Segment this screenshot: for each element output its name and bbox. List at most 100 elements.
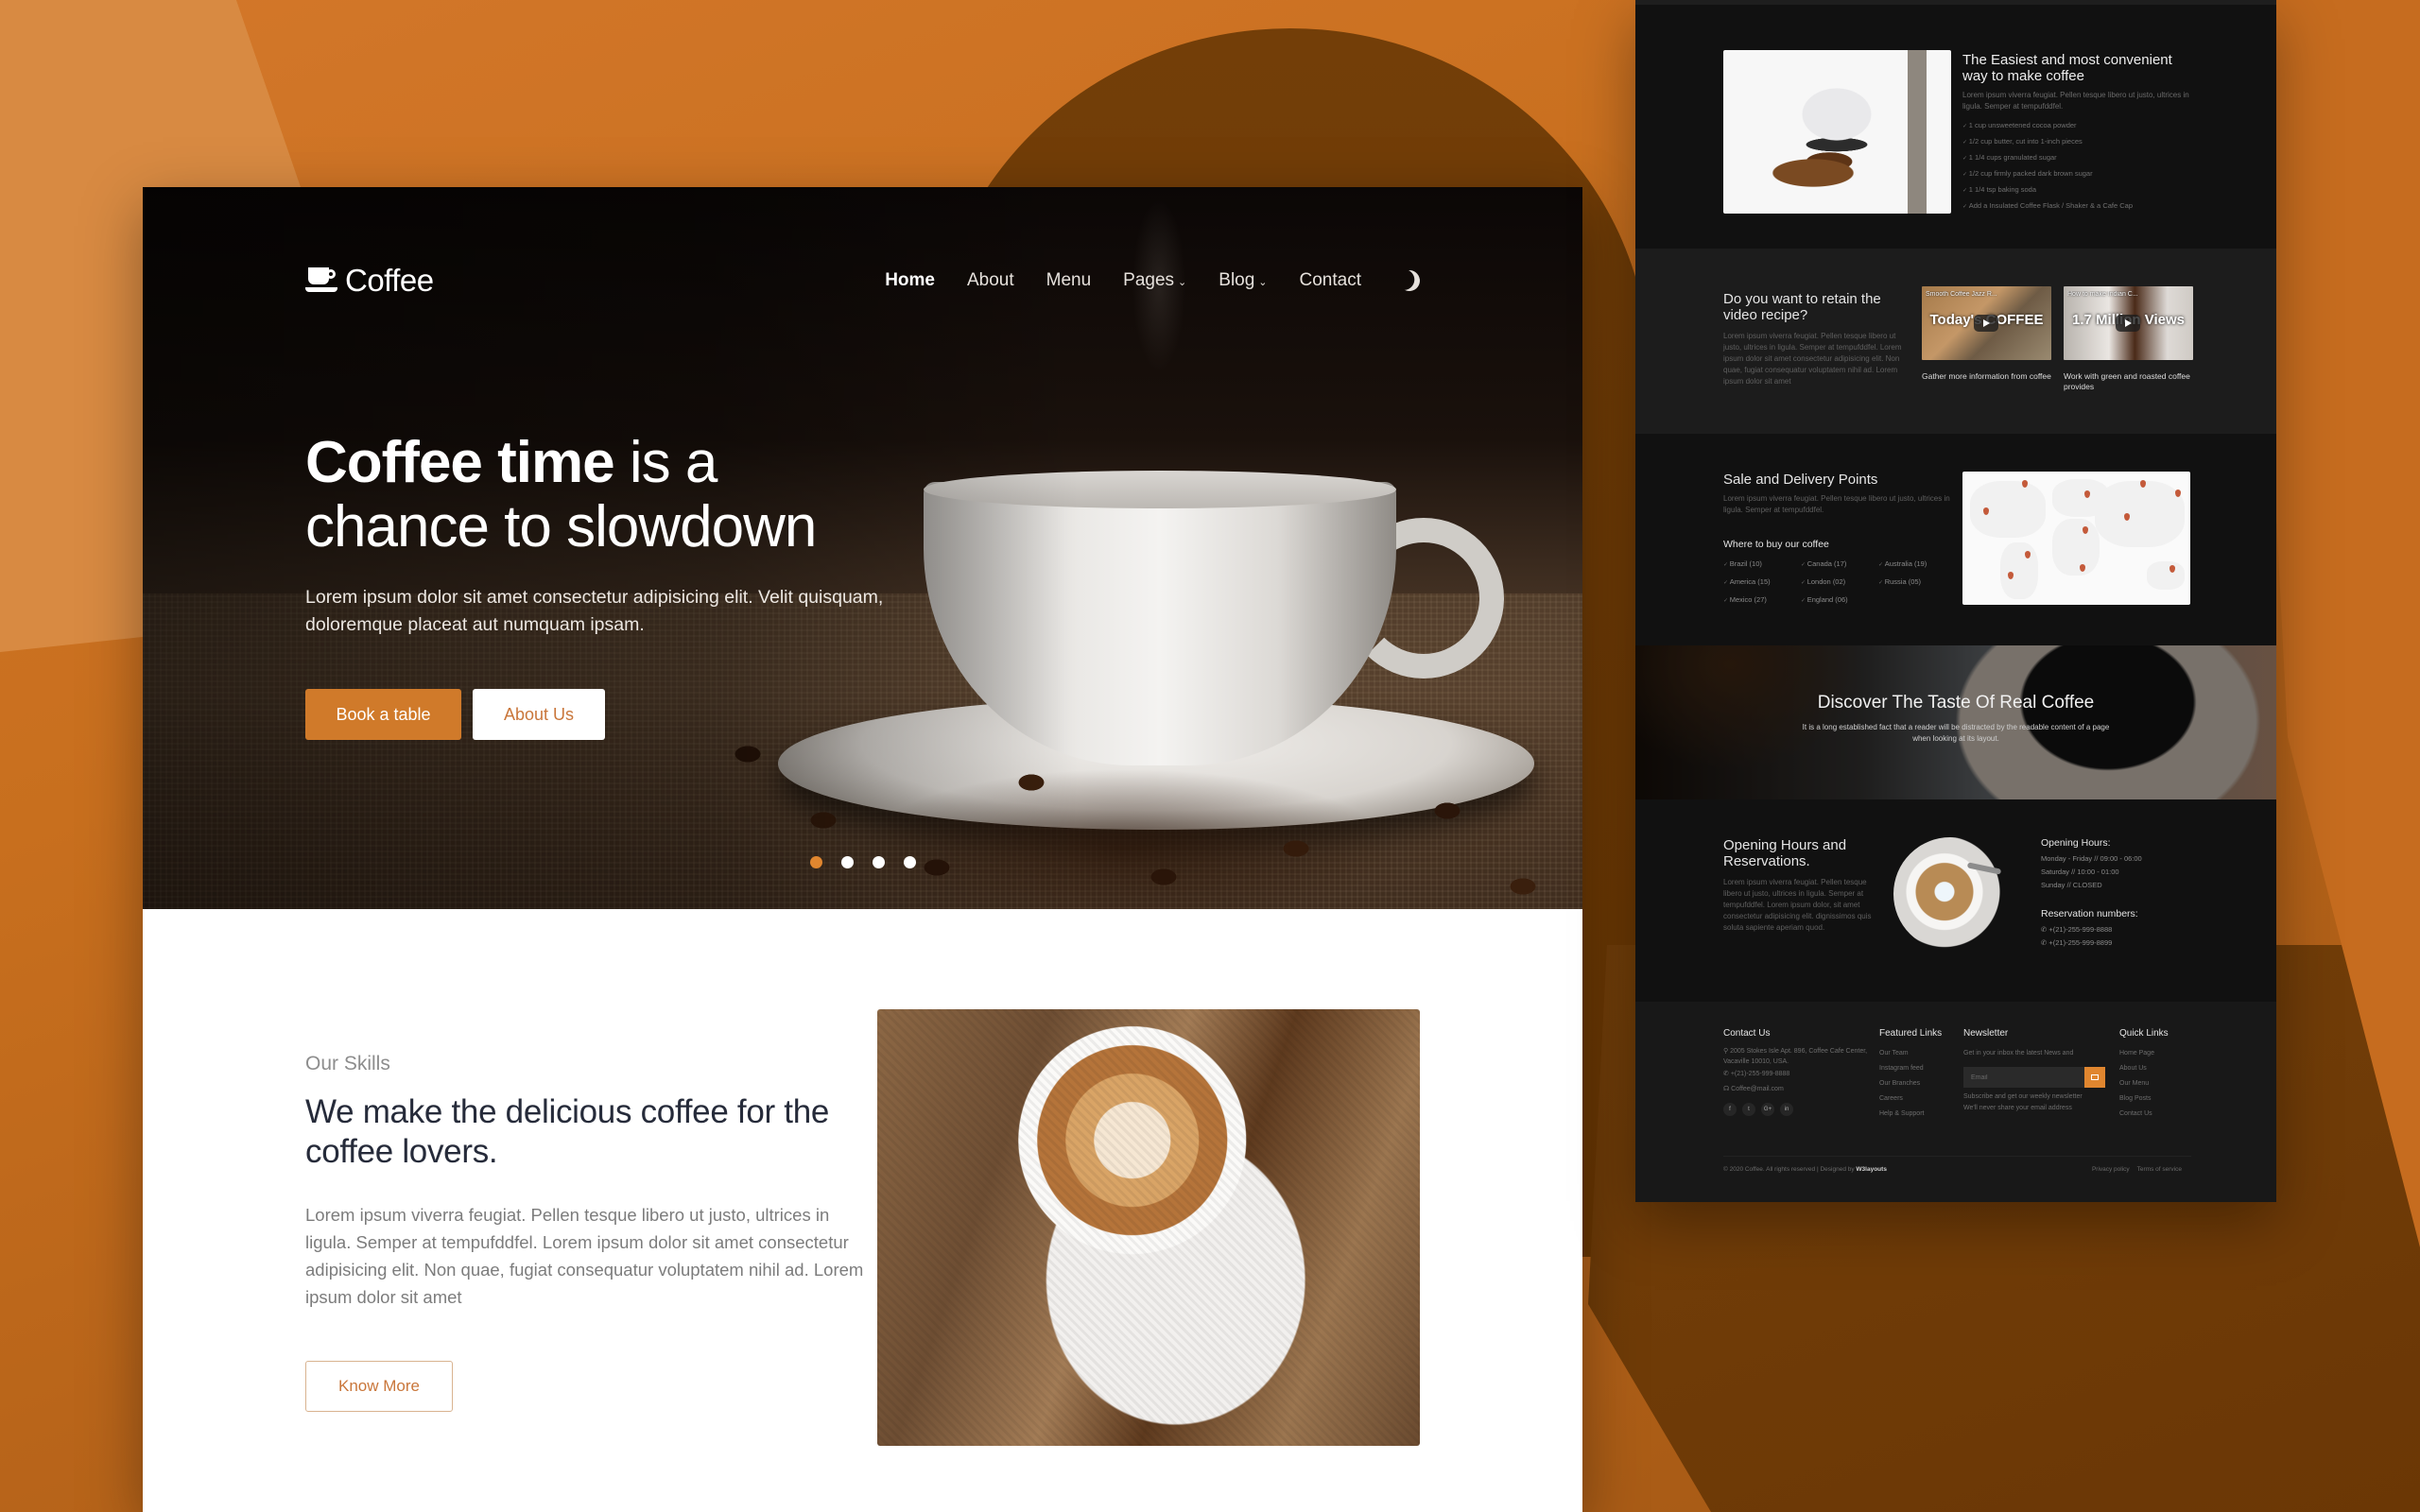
footer-phone[interactable]: ✆ +(21)-255-999-8888 bbox=[1723, 1067, 1875, 1082]
recipe-description: Lorem ipsum viverra feugiat. Pellen tesq… bbox=[1962, 91, 2189, 111]
carousel-dot-3[interactable] bbox=[873, 856, 885, 868]
phone-number: +(21)-255-999-8888 bbox=[2048, 925, 2113, 934]
phone-icon: ✆ bbox=[1723, 1071, 1731, 1077]
footer-featured-title: Featured Links bbox=[1879, 1028, 1943, 1039]
headset-icon: ☊ bbox=[1723, 1086, 1732, 1092]
newsletter-form bbox=[1963, 1067, 2115, 1088]
facebook-icon[interactable]: f bbox=[1723, 1103, 1737, 1116]
carousel-dot-2[interactable] bbox=[841, 856, 854, 868]
country-item: England (06) bbox=[1801, 593, 1878, 608]
know-more-button[interactable]: Know More bbox=[305, 1361, 453, 1412]
terms-link[interactable]: Terms of service bbox=[2137, 1166, 2182, 1173]
skills-title: We make the delicious coffee for the cof… bbox=[305, 1093, 830, 1170]
nav-label: Pages bbox=[1123, 270, 1175, 290]
video-thumbnail[interactable]: Smooth Coffee Jazz R... Today's COFFEE bbox=[1922, 286, 2051, 360]
coffee-maker-image bbox=[1723, 50, 1951, 214]
footer-link[interactable]: Help & Support bbox=[1879, 1107, 1955, 1122]
recipe-item: 1/2 cup firmly packed dark brown sugar bbox=[1962, 166, 2199, 182]
reservation-phone[interactable]: ✆ +(21)-255-999-8899 bbox=[2041, 936, 2211, 950]
delivery-section: Sale and Delivery Points Lorem ipsum viv… bbox=[1635, 434, 2276, 645]
about-us-button[interactable]: About Us bbox=[473, 689, 605, 740]
hours-description: Lorem ipsum viverra feugiat. Pellen tesq… bbox=[1723, 878, 1872, 932]
footer-divider bbox=[1723, 1156, 2191, 1157]
nav-item-menu[interactable]: Menu bbox=[1046, 270, 1092, 291]
footer-link[interactable]: Careers bbox=[1879, 1091, 1955, 1107]
dark-page-mockup: The Easiest and most convenient way to m… bbox=[1635, 0, 2276, 1202]
footer-link[interactable]: Contact Us bbox=[2119, 1107, 2195, 1122]
footer-email[interactable]: ☊ Coffee@mail.com bbox=[1723, 1082, 1875, 1097]
hero-section: Coffee Home About Menu Pages ⌄ Blog ⌄ Cont… bbox=[143, 187, 1582, 909]
opening-hours-title: Opening Hours: bbox=[2041, 837, 2111, 849]
nav-item-home[interactable]: Home bbox=[885, 270, 935, 291]
nav-item-about[interactable]: About bbox=[967, 270, 1014, 291]
carousel-dot-4[interactable] bbox=[904, 856, 916, 868]
opening-hours-line: Monday - Friday // 09:00 - 06:00 bbox=[2041, 854, 2142, 863]
footer-link[interactable]: Instagram feed bbox=[1879, 1061, 1955, 1076]
country-item: America (15) bbox=[1723, 576, 1801, 590]
footer-quick: Quick Links Home Page About Us Our Menu … bbox=[2119, 1028, 2195, 1122]
footer-link[interactable]: About Us bbox=[2119, 1061, 2195, 1076]
book-table-button[interactable]: Book a table bbox=[305, 689, 461, 740]
play-icon[interactable] bbox=[2116, 315, 2140, 332]
nav-label: Contact bbox=[1299, 270, 1361, 290]
video-card: How to make Indian C... 1.7 Million View… bbox=[2064, 286, 2193, 392]
video-thumb-title: Smooth Coffee Jazz R... bbox=[1926, 291, 1997, 298]
google-plus-icon[interactable]: G+ bbox=[1761, 1103, 1774, 1116]
phone-text: +(21)-255-999-8888 bbox=[1730, 1071, 1790, 1077]
brand-name: Coffee bbox=[345, 263, 434, 298]
newsletter-note: Subscribe and get our weekly newsletter bbox=[1963, 1093, 2083, 1100]
latte-cup-image bbox=[1893, 837, 2007, 951]
delivery-description: Lorem ipsum viverra feugiat. Pellen tesq… bbox=[1723, 494, 1950, 514]
footer-newsletter: Newsletter Get in your inbox the latest … bbox=[1963, 1028, 2115, 1114]
nav-item-contact[interactable]: Contact bbox=[1300, 270, 1361, 291]
footer-link[interactable]: Our Team bbox=[1879, 1046, 1955, 1061]
nav-label: Menu bbox=[1046, 270, 1092, 290]
newsletter-email-input[interactable] bbox=[1963, 1067, 2084, 1088]
footer: Contact Us ⚲ 2005 Stokes Isle Apt. 896, … bbox=[1635, 1002, 2276, 1202]
map-land bbox=[2000, 542, 2038, 599]
nav-label: About bbox=[966, 270, 1014, 290]
chevron-down-icon: ⌄ bbox=[1258, 276, 1268, 288]
homepage-mockup: Coffee Home About Menu Pages ⌄ Blog ⌄ Cont… bbox=[143, 187, 1582, 1512]
nav-item-pages[interactable]: Pages ⌄ bbox=[1123, 270, 1186, 291]
skills-eyebrow: Our Skills bbox=[305, 1053, 390, 1074]
designer-link[interactable]: W3layouts bbox=[1856, 1166, 1887, 1173]
social-links: f t G+ in bbox=[1723, 1103, 1875, 1116]
footer-link[interactable]: Our Branches bbox=[1879, 1076, 1955, 1091]
country-item: Mexico (27) bbox=[1723, 593, 1801, 608]
moon-icon[interactable] bbox=[1396, 267, 1423, 294]
delivery-subtitle: Where to buy our coffee bbox=[1723, 539, 1829, 550]
country-item: Canada (17) bbox=[1801, 558, 1878, 572]
hero-title-line2: chance to slowdown bbox=[305, 494, 817, 559]
video-card: Smooth Coffee Jazz R... Today's COFFEE G… bbox=[1922, 286, 2051, 382]
privacy-policy-link[interactable]: Privacy policy bbox=[2092, 1166, 2130, 1173]
footer-contact-title: Contact Us bbox=[1723, 1028, 1771, 1039]
twitter-icon[interactable]: t bbox=[1742, 1103, 1755, 1116]
brand-logo[interactable]: Coffee bbox=[305, 263, 434, 299]
world-map[interactable] bbox=[1962, 472, 2190, 605]
discover-section: Discover The Taste Of Real Coffee It is … bbox=[1635, 645, 2276, 799]
footer-link[interactable]: Blog Posts bbox=[2119, 1091, 2195, 1107]
video-thumbnail[interactable]: How to make Indian C... 1.7 Million View… bbox=[2064, 286, 2193, 360]
skills-section: Our Skills We make the delicious coffee … bbox=[305, 1053, 873, 1412]
country-list: Brazil (10) Canada (17) Australia (19) A… bbox=[1723, 558, 1950, 608]
newsletter-submit-button[interactable] bbox=[2084, 1067, 2105, 1088]
footer-link[interactable]: Home Page bbox=[2119, 1046, 2195, 1061]
discover-content: Discover The Taste Of Real Coffee It is … bbox=[1635, 693, 2276, 745]
latte-image bbox=[877, 1009, 1420, 1446]
nav-item-blog[interactable]: Blog ⌄ bbox=[1219, 270, 1267, 291]
reservation-phone[interactable]: ✆ +(21)-255-999-8888 bbox=[2041, 923, 2211, 936]
recipe-item: 1 1/4 cups granulated sugar bbox=[1962, 150, 2199, 166]
recipe-item: Add a Insulated Coffee Flask / Shaker & … bbox=[1962, 198, 2199, 215]
map-land bbox=[2095, 481, 2185, 547]
discover-title: Discover The Taste Of Real Coffee bbox=[1817, 693, 2095, 713]
delivery-content: Sale and Delivery Points Lorem ipsum viv… bbox=[1723, 472, 1950, 608]
carousel-dot-1[interactable] bbox=[810, 856, 822, 868]
recipe-title: The Easiest and most convenient way to m… bbox=[1962, 52, 2172, 84]
footer-link[interactable]: Our Menu bbox=[2119, 1076, 2195, 1091]
linkedin-icon[interactable]: in bbox=[1780, 1103, 1793, 1116]
phone-number: +(21)-255-999-8899 bbox=[2048, 938, 2113, 947]
recipe-content: The Easiest and most convenient way to m… bbox=[1962, 52, 2199, 215]
play-icon[interactable] bbox=[1974, 315, 1998, 332]
newsletter-intro: Get in your inbox the latest News and bbox=[1963, 1050, 2074, 1057]
